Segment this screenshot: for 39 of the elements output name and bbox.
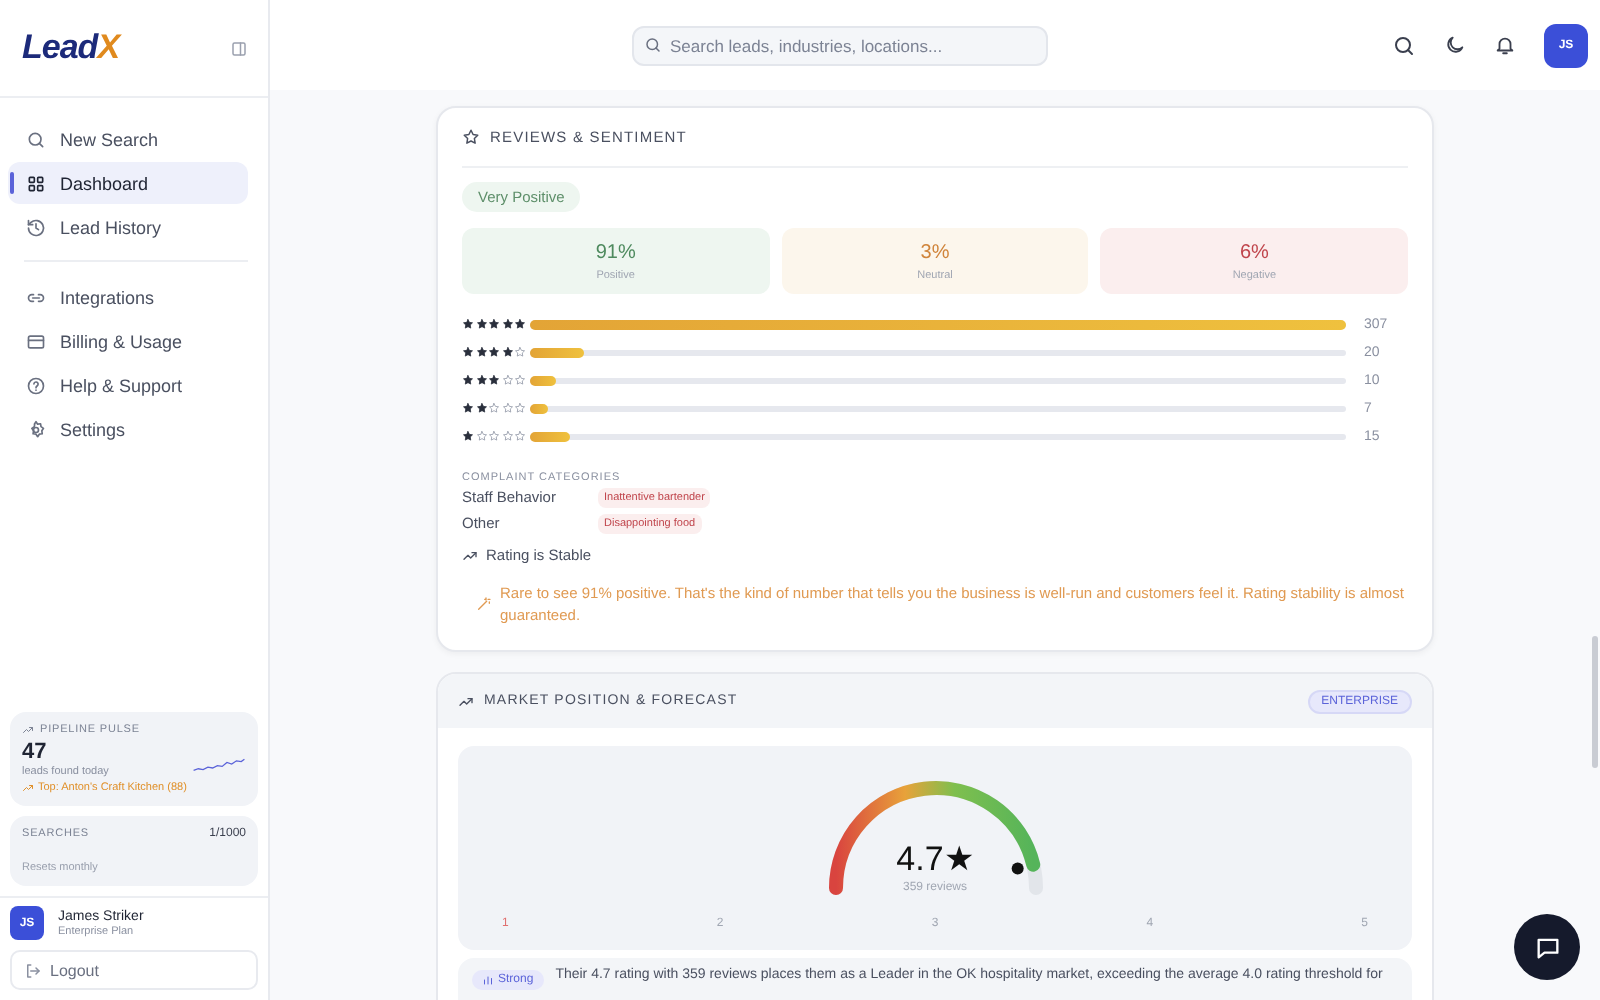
- moon-icon: [1444, 34, 1466, 56]
- nav-item[interactable]: Dashboard: [8, 162, 248, 204]
- history-icon: [26, 217, 46, 237]
- lead-count: 47: [22, 740, 49, 764]
- nav-item[interactable]: Billing & Usage: [8, 320, 248, 362]
- search-field[interactable]: Search leads, industries, locations...: [632, 25, 1048, 65]
- bar-chart-icon: [482, 974, 494, 986]
- logo[interactable]: LeadX: [22, 28, 120, 68]
- star-icon: [462, 128, 480, 146]
- sentiment-value: 91%: [595, 241, 636, 263]
- scrollbar[interactable]: [1592, 636, 1598, 768]
- bell-icon: [1494, 34, 1516, 56]
- logout-icon: [24, 961, 42, 979]
- search-icon[interactable]: [1392, 33, 1416, 57]
- settings-icon: [26, 419, 46, 439]
- trend-icon: [22, 724, 34, 736]
- nav-item[interactable]: Integrations: [8, 276, 248, 318]
- help-icon: [26, 375, 46, 395]
- wand-icon: [476, 596, 492, 612]
- grid-icon: [26, 173, 46, 193]
- gauge-marker: [1010, 862, 1023, 875]
- sidebar-toggle-icon: [230, 39, 248, 57]
- rating-value: 4.7★: [896, 842, 974, 878]
- chat-button[interactable]: [1514, 914, 1580, 980]
- trend-icon: [22, 782, 34, 794]
- chat-icon: [1533, 933, 1561, 961]
- credit-card-icon: [26, 331, 46, 351]
- search-icon: [644, 36, 662, 54]
- nav-item[interactable]: Help & Support: [8, 364, 248, 406]
- search-icon: [26, 129, 46, 149]
- nav-item[interactable]: New Search: [8, 118, 248, 160]
- trend-icon: [458, 693, 474, 709]
- trend-icon: [462, 547, 478, 563]
- nav-item[interactable]: Settings: [8, 408, 248, 450]
- sentiment-value: 3%: [920, 241, 950, 263]
- nav-item[interactable]: Lead History: [8, 206, 248, 248]
- filled-star-icon: [462, 430, 474, 442]
- sentiment-value: 6%: [1239, 241, 1269, 263]
- logout-button[interactable]: Logout: [10, 950, 258, 990]
